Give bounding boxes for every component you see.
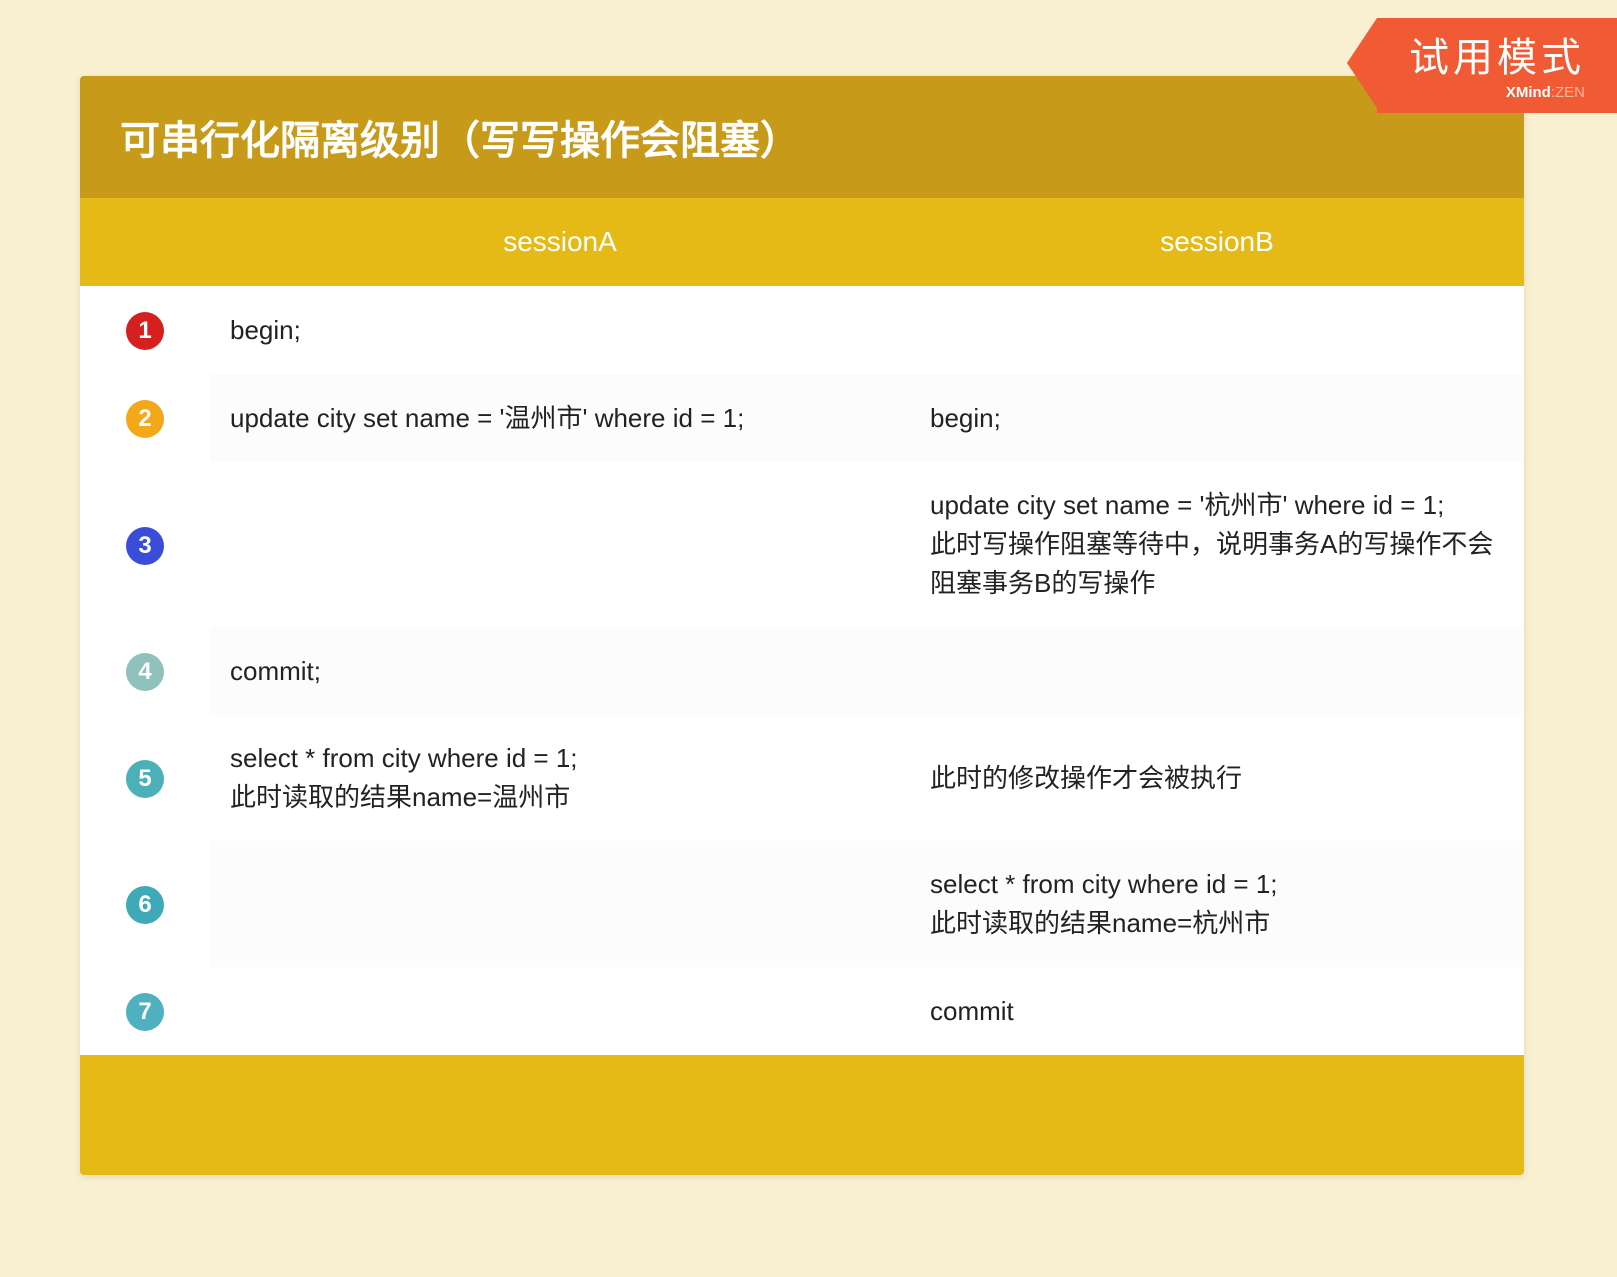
header-session-a: sessionA <box>210 198 910 286</box>
session-b-cell: begin; <box>910 374 1524 462</box>
step-number-cell: 4 <box>80 627 210 715</box>
page-title: 可串行化隔离级别（写写操作会阻塞） <box>120 108 1484 166</box>
session-a-cell <box>210 841 910 967</box>
session-b-cell: 此时的修改操作才会被执行 <box>910 715 1524 841</box>
table-row: 4 commit; <box>80 627 1524 715</box>
step-number-cell: 6 <box>80 841 210 967</box>
session-a-cell: update city set name = '温州市' where id = … <box>210 374 910 462</box>
step-number-cell: 3 <box>80 462 210 627</box>
session-b-cell <box>910 286 1524 374</box>
brand-suffix: :ZEN <box>1551 84 1585 101</box>
table-row: 1 begin; <box>80 286 1524 374</box>
table-row: 6 select * from city where id = 1; 此时读取的结… <box>80 841 1524 967</box>
trial-badge-title: 试用模式 <box>1409 34 1585 82</box>
session-b-cell: update city set name = '杭州市' where id = … <box>910 462 1524 627</box>
step-number-cell: 5 <box>80 715 210 841</box>
step-number-badge: 6 <box>126 886 164 924</box>
step-number-badge: 5 <box>126 760 164 798</box>
step-number-cell: 2 <box>80 374 210 462</box>
table-row: 7 commit <box>80 967 1524 1055</box>
header-num <box>80 198 210 286</box>
step-number-cell: 7 <box>80 967 210 1055</box>
step-number-badge: 4 <box>126 653 164 691</box>
session-a-cell: select * from city where id = 1; 此时读取的结果… <box>210 715 910 841</box>
session-b-cell <box>910 627 1524 715</box>
session-a-cell <box>210 462 910 627</box>
step-number-badge: 2 <box>126 400 164 438</box>
trial-badge: 试用模式 XMind:ZEN <box>1377 18 1617 113</box>
session-b-cell: select * from city where id = 1; 此时读取的结果… <box>910 841 1524 967</box>
table-body: 1 begin; 2 update city set name = '温州市' whe… <box>80 286 1524 1055</box>
table-row: 3 update city set name = '杭州市' where id =… <box>80 462 1524 627</box>
step-number-badge: 3 <box>126 527 164 565</box>
footer-band <box>80 1055 1524 1175</box>
session-a-cell: begin; <box>210 286 910 374</box>
session-b-cell: commit <box>910 967 1524 1055</box>
title-bar: 可串行化隔离级别（写写操作会阻塞） <box>80 76 1524 198</box>
step-number-cell: 1 <box>80 286 210 374</box>
session-a-cell <box>210 967 910 1055</box>
table-header-row: sessionA sessionB <box>80 198 1524 286</box>
table-row: 5 select * from city where id = 1; 此时读取的结… <box>80 715 1524 841</box>
trial-badge-brand: XMind:ZEN <box>1409 84 1585 101</box>
table-row: 2 update city set name = '温州市' where id =… <box>80 374 1524 462</box>
header-session-b: sessionB <box>910 198 1524 286</box>
trial-badge-shape: 试用模式 XMind:ZEN <box>1377 18 1617 113</box>
session-a-cell: commit; <box>210 627 910 715</box>
isolation-table: sessionA sessionB 1 begin; 2 update city se… <box>80 198 1524 1055</box>
step-number-badge: 7 <box>126 993 164 1031</box>
step-number-badge: 1 <box>126 312 164 350</box>
brand-prefix: XMind <box>1506 84 1551 101</box>
content-card: 可串行化隔离级别（写写操作会阻塞） sessionA sessionB 1 beg… <box>80 76 1524 1175</box>
